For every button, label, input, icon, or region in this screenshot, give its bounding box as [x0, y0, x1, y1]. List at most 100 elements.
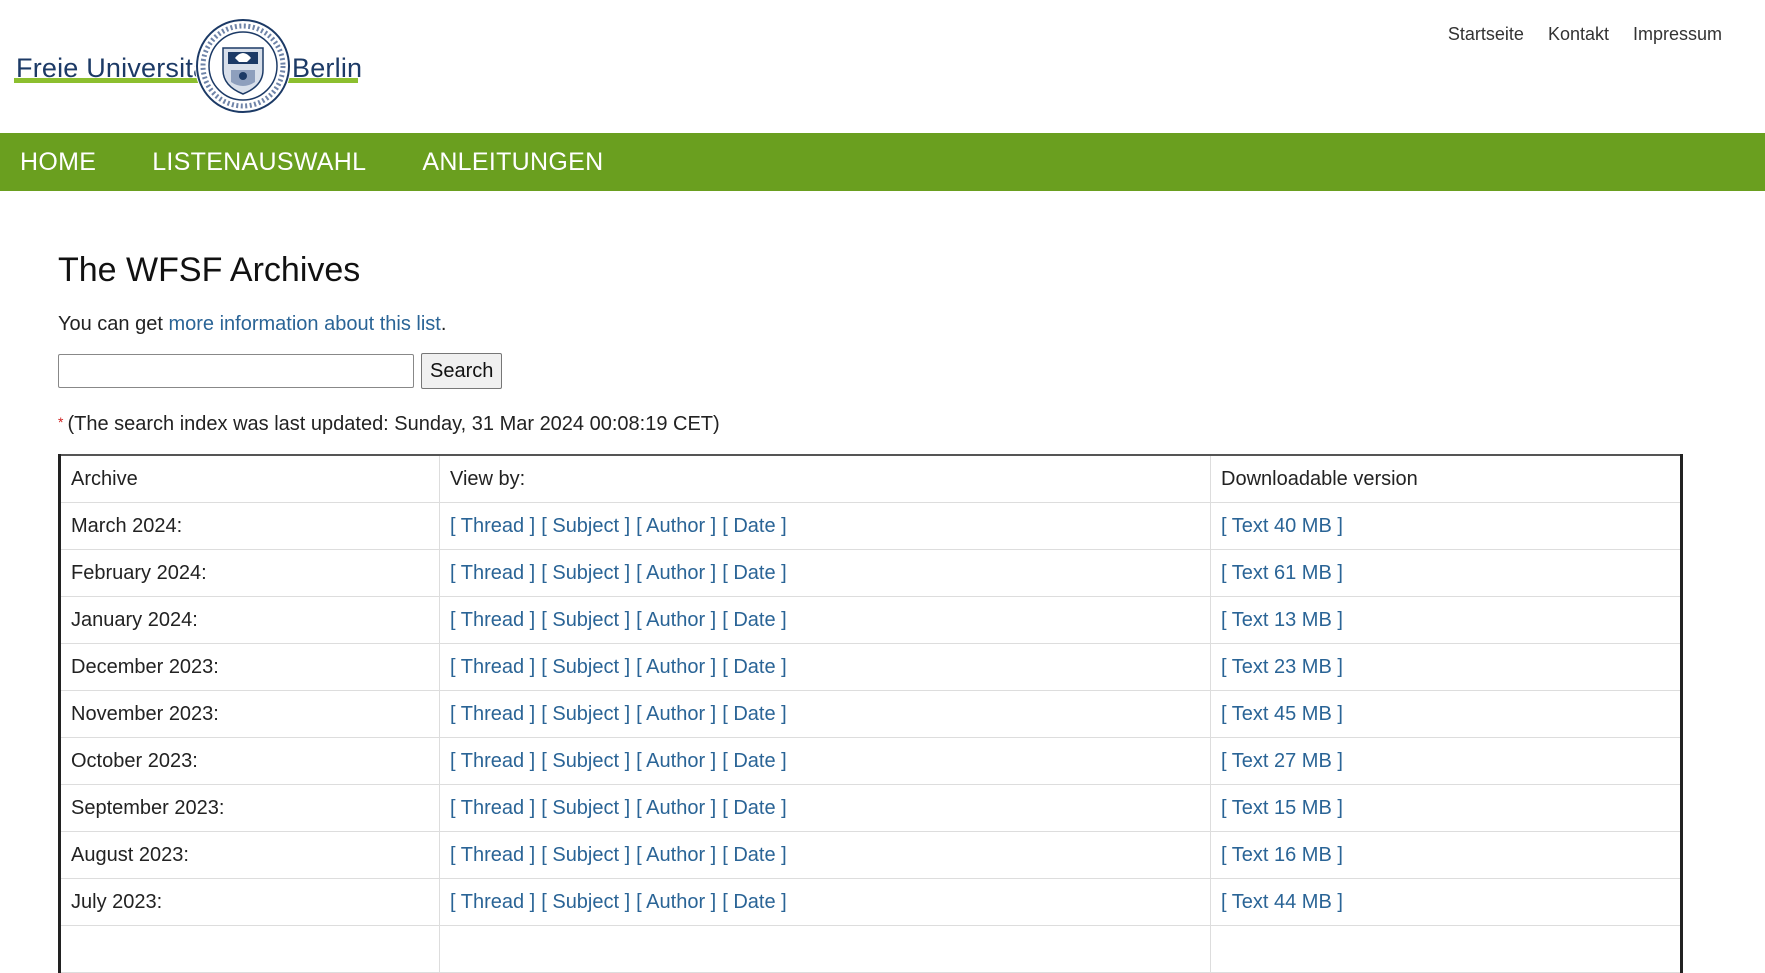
archive-month: November 2023:: [59, 690, 440, 738]
info-line: You can get more information about this …: [58, 313, 446, 336]
view-by-links: [ Thread ] [ Subject ] [ Author ] [ Date ]: [439, 831, 1211, 879]
download-text-link[interactable]: [ Text 61 MB ]: [1221, 562, 1343, 584]
view-by-links: [ Thread ] [ Subject ] [ Author ] [ Date ]: [439, 737, 1211, 785]
search-form: Search: [58, 353, 503, 389]
startseite-link[interactable]: Startseite: [1448, 24, 1524, 45]
view-date-link[interactable]: [ Date ]: [722, 750, 786, 772]
university-seal-icon: [195, 18, 291, 114]
view-date-link[interactable]: [ Date ]: [722, 703, 786, 725]
search-button[interactable]: Search: [421, 353, 503, 389]
view-subject-link[interactable]: [ Subject ]: [541, 656, 630, 678]
download-cell: [ Text 23 MB ]: [1210, 643, 1682, 691]
view-author-link[interactable]: [ Author ]: [636, 750, 716, 772]
view-author-link[interactable]: [ Author ]: [636, 703, 716, 725]
download-text-link[interactable]: [ Text 45 MB ]: [1221, 703, 1343, 725]
view-thread-link[interactable]: [ Thread ]: [450, 703, 535, 725]
view-date-link[interactable]: [ Date ]: [722, 844, 786, 866]
view-by-links: [ Thread ] [ Subject ] [ Author ] [ Date ]: [439, 784, 1211, 832]
view-date-link[interactable]: [ Date ]: [722, 797, 786, 819]
view-subject-link[interactable]: [ Subject ]: [541, 844, 630, 866]
kontakt-link[interactable]: Kontakt: [1548, 24, 1609, 45]
view-author-link[interactable]: [ Author ]: [636, 515, 716, 537]
download-text-link[interactable]: [ Text 44 MB ]: [1221, 891, 1343, 913]
more-information-link[interactable]: more information about this list: [168, 313, 440, 335]
download-text-link[interactable]: [ Text 23 MB ]: [1221, 656, 1343, 678]
main-nav: HOME LISTENAUSWAHL ANLEITUNGEN: [0, 133, 1765, 191]
view-date-link[interactable]: [ Date ]: [722, 891, 786, 913]
view-author-link[interactable]: [ Author ]: [636, 562, 716, 584]
view-subject-link[interactable]: [ Subject ]: [541, 891, 630, 913]
view-subject-link[interactable]: [ Subject ]: [541, 515, 630, 537]
table-row: December 2023: [ Thread ] [ Subject ] [ Aut…: [59, 643, 1682, 691]
view-thread-link[interactable]: [ Thread ]: [450, 656, 535, 678]
download-text-link[interactable]: [ Text 13 MB ]: [1221, 609, 1343, 631]
search-input[interactable]: [58, 354, 414, 388]
view-by-links: [ Thread ] [ Subject ] [ Author ] [ Date ]: [439, 596, 1211, 644]
download-cell: [ Text 40 MB ]: [1210, 502, 1682, 550]
page-title: The WFSF Archives: [58, 251, 361, 289]
header-archive: Archive: [59, 455, 440, 503]
download-text-link[interactable]: [ Text 27 MB ]: [1221, 750, 1343, 772]
view-by-links: [ Thread ] [ Subject ] [ Author ] [ Date ]: [439, 690, 1211, 738]
nav-anleitungen[interactable]: ANLEITUNGEN: [422, 148, 603, 177]
required-asterisk: *: [58, 414, 64, 430]
archive-table: Archive View by: Downloadable version Ma…: [58, 454, 1683, 973]
view-by-links: [ Thread ] [ Subject ] [ Author ] [ Date ]: [439, 502, 1211, 550]
archive-month: January 2024:: [59, 596, 440, 644]
index-update-text: (The search index was last updated: Sund…: [67, 413, 720, 435]
nav-home[interactable]: HOME: [20, 148, 96, 177]
view-subject-link[interactable]: [ Subject ]: [541, 750, 630, 772]
archive-month: October 2023:: [59, 737, 440, 785]
table-row: August 2023: [ Thread ] [ Subject ] [ Autho…: [59, 831, 1682, 879]
table-row: October 2023: [ Thread ] [ Subject ] [ Auth…: [59, 737, 1682, 785]
site-header: Freie Universität Berlin Startseite Kont…: [0, 0, 1765, 133]
view-date-link[interactable]: [ Date ]: [722, 515, 786, 537]
table-row: March 2024: [ Thread ] [ Subject ] [ Author…: [59, 502, 1682, 550]
table-row: February 2024: [ Thread ] [ Subject ] [ Aut…: [59, 549, 1682, 597]
download-cell: [ Text 61 MB ]: [1210, 549, 1682, 597]
view-author-link[interactable]: [ Author ]: [636, 609, 716, 631]
table-row: September 2023: [ Thread ] [ Subject ] [ Au…: [59, 784, 1682, 832]
download-text-link[interactable]: [ Text 40 MB ]: [1221, 515, 1343, 537]
view-subject-link[interactable]: [ Subject ]: [541, 703, 630, 725]
view-by-links: [ Thread ] [ Subject ] [ Author ] [ Date ]: [439, 549, 1211, 597]
view-date-link[interactable]: [ Date ]: [722, 609, 786, 631]
archive-month: July 2023:: [59, 878, 440, 926]
view-date-link[interactable]: [ Date ]: [722, 562, 786, 584]
download-cell: [ Text 15 MB ]: [1210, 784, 1682, 832]
table-row: July 2023: [ Thread ] [ Subject ] [ Author …: [59, 878, 1682, 926]
view-by-links: [ Thread ] [ Subject ] [ Author ] [ Date ]: [439, 643, 1211, 691]
empty-cell: [439, 925, 1211, 973]
view-author-link[interactable]: [ Author ]: [636, 656, 716, 678]
view-thread-link[interactable]: [ Thread ]: [450, 562, 535, 584]
info-prefix: You can get: [58, 313, 169, 335]
empty-cell: [59, 925, 440, 973]
view-author-link[interactable]: [ Author ]: [636, 844, 716, 866]
view-thread-link[interactable]: [ Thread ]: [450, 797, 535, 819]
download-cell: [ Text 13 MB ]: [1210, 596, 1682, 644]
view-thread-link[interactable]: [ Thread ]: [450, 891, 535, 913]
download-cell: [ Text 45 MB ]: [1210, 690, 1682, 738]
header-view-by: View by:: [439, 455, 1211, 503]
view-thread-link[interactable]: [ Thread ]: [450, 844, 535, 866]
view-author-link[interactable]: [ Author ]: [636, 797, 716, 819]
view-subject-link[interactable]: [ Subject ]: [541, 797, 630, 819]
view-author-link[interactable]: [ Author ]: [636, 891, 716, 913]
download-text-link[interactable]: [ Text 15 MB ]: [1221, 797, 1343, 819]
fu-berlin-logo[interactable]: Freie Universität Berlin: [14, 18, 362, 114]
archive-month: September 2023:: [59, 784, 440, 832]
view-thread-link[interactable]: [ Thread ]: [450, 750, 535, 772]
nav-listenauswahl[interactable]: LISTENAUSWAHL: [152, 148, 366, 177]
view-date-link[interactable]: [ Date ]: [722, 656, 786, 678]
impressum-link[interactable]: Impressum: [1633, 24, 1722, 45]
view-subject-link[interactable]: [ Subject ]: [541, 562, 630, 584]
view-thread-link[interactable]: [ Thread ]: [450, 515, 535, 537]
table-header-row: Archive View by: Downloadable version: [59, 455, 1682, 503]
index-update-note: * (The search index was last updated: Sun…: [58, 413, 720, 436]
download-text-link[interactable]: [ Text 16 MB ]: [1221, 844, 1343, 866]
view-subject-link[interactable]: [ Subject ]: [541, 609, 630, 631]
view-thread-link[interactable]: [ Thread ]: [450, 609, 535, 631]
table-row: [59, 925, 1682, 973]
table-row: January 2024: [ Thread ] [ Subject ] [ Auth…: [59, 596, 1682, 644]
info-suffix: .: [440, 313, 447, 335]
